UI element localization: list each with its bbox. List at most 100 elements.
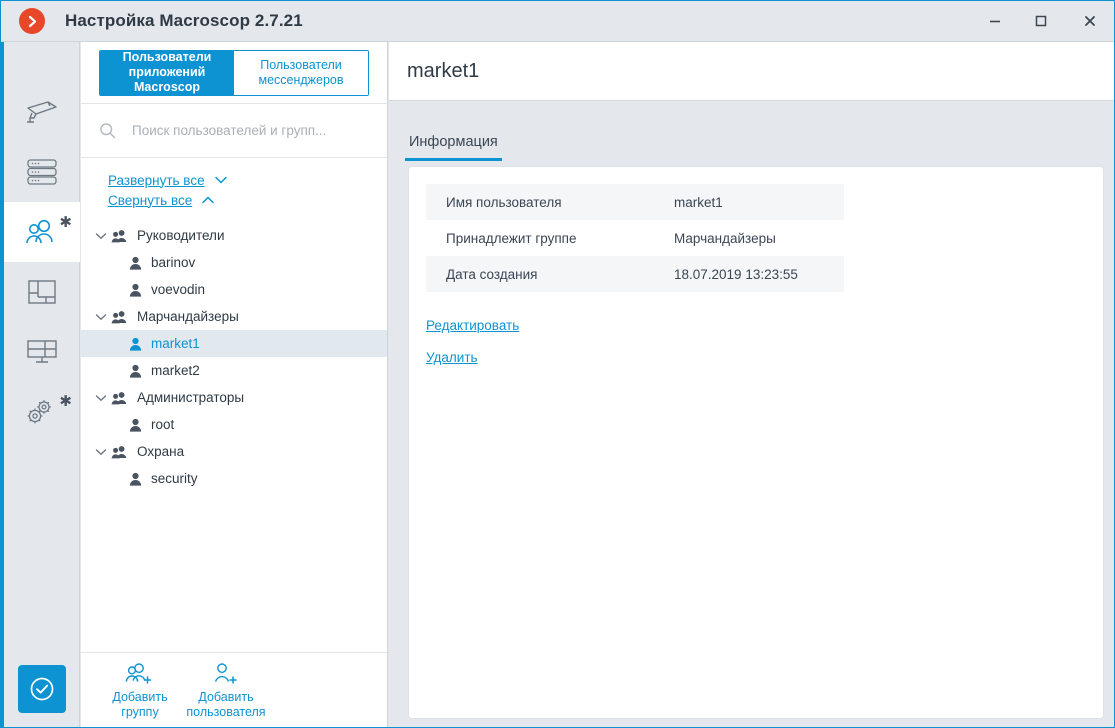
modified-asterisk: ✱ xyxy=(59,214,72,231)
camera-icon xyxy=(23,97,61,127)
row-label: Принадлежит группе xyxy=(446,230,577,246)
tree-row[interactable]: Охрана xyxy=(81,438,387,465)
delete-link[interactable]: Удалить xyxy=(426,350,1103,365)
check-circle-icon xyxy=(30,677,54,701)
apply-area xyxy=(4,650,80,727)
add-user-icon xyxy=(211,662,241,686)
tree-row[interactable]: market2 xyxy=(81,357,387,384)
chevron-down-icon[interactable] xyxy=(91,394,111,402)
add-group-line2: группу xyxy=(121,704,159,719)
tree-item-label: market2 xyxy=(151,363,200,378)
floor-plan-icon xyxy=(26,277,58,307)
tree-row[interactable]: Марчандайзеры xyxy=(81,303,387,330)
users-icon: ✱ xyxy=(25,215,72,246)
info-table: Имя пользователя market1 Принадлежит гру… xyxy=(426,184,844,292)
tab-information[interactable]: Информация xyxy=(405,134,502,161)
chevron-down-icon[interactable] xyxy=(91,313,111,321)
tree-row[interactable]: security xyxy=(81,465,387,492)
chevron-down-icon[interactable] xyxy=(91,448,111,456)
rail-item-users[interactable]: ✱ xyxy=(4,202,80,262)
tree-item-label: Охрана xyxy=(137,444,185,459)
edit-link[interactable]: Редактировать xyxy=(426,318,1103,333)
video-wall-icon xyxy=(25,337,59,367)
users-panel: Пользователи приложений Macroscop Пользо… xyxy=(81,42,388,727)
maximize-button[interactable] xyxy=(1018,1,1064,42)
gears-icon: ✱ xyxy=(25,394,72,427)
content-header: market1 xyxy=(389,42,1114,101)
tree-row[interactable]: Руководители xyxy=(81,222,387,249)
search-icon xyxy=(99,122,116,139)
chevron-up-icon xyxy=(201,195,215,205)
window-controls xyxy=(972,1,1114,42)
panel-footer: Добавить группу Добавить пользователя xyxy=(81,652,387,727)
seg-line1: Пользователи xyxy=(122,50,212,65)
chevron-down-icon xyxy=(214,175,228,185)
tree-item-label: security xyxy=(151,471,198,486)
tree-item-label: Администраторы xyxy=(137,390,245,405)
rail-item-cameras[interactable] xyxy=(4,82,80,142)
users-tree: Руководители barinov voevodin Марчандайз… xyxy=(81,222,387,492)
add-user-line1: Добавить xyxy=(198,689,254,704)
seg-line2: мессенджеров xyxy=(258,72,344,87)
user-icon xyxy=(129,256,142,270)
close-button[interactable] xyxy=(1064,1,1114,42)
user-icon xyxy=(129,418,142,432)
expand-all-label: Развернуть все xyxy=(108,172,205,188)
minimize-icon xyxy=(990,20,1000,23)
group-icon xyxy=(111,229,128,243)
add-group-icon xyxy=(125,662,155,686)
add-user-line2: пользователя xyxy=(186,704,266,719)
close-icon xyxy=(1085,16,1095,26)
group-icon xyxy=(111,310,128,324)
tree-item-label: market1 xyxy=(151,336,200,351)
tree-row[interactable]: root xyxy=(81,411,387,438)
tree-row-selected[interactable]: market1 xyxy=(81,330,387,357)
tree-row[interactable]: Администраторы xyxy=(81,384,387,411)
segmented-control: Пользователи приложений Macroscop Пользо… xyxy=(99,49,369,96)
tab-messenger-users[interactable]: Пользователи мессенджеров xyxy=(234,50,368,95)
user-icon xyxy=(129,364,142,378)
app-window: Настройка Macroscop 2.7.21 ✱ ✱ Пользоват… xyxy=(0,0,1115,728)
user-icon xyxy=(129,472,142,486)
add-group-button[interactable]: Добавить группу xyxy=(97,662,183,720)
app-logo-icon xyxy=(19,8,45,34)
rail-item-video-walls[interactable] xyxy=(4,322,80,382)
seg-line2: приложений Macroscop xyxy=(128,65,206,94)
tree-item-label: barinov xyxy=(151,255,196,270)
tree-item-label: voevodin xyxy=(151,282,206,297)
user-icon xyxy=(129,337,142,351)
row-label: Дата создания xyxy=(446,266,538,282)
tab-macroscop-app-users[interactable]: Пользователи приложений Macroscop xyxy=(100,50,234,95)
search-bar[interactable] xyxy=(81,104,387,158)
tree-row[interactable]: barinov xyxy=(81,249,387,276)
table-row: Дата создания 18.07.2019 13:23:55 xyxy=(426,256,844,292)
expand-all-link[interactable]: Развернуть все xyxy=(108,170,387,190)
tree-row[interactable]: voevodin xyxy=(81,276,387,303)
rail-item-servers[interactable] xyxy=(4,142,80,202)
page-title: market1 xyxy=(407,59,480,82)
tree-item-label: Руководители xyxy=(137,228,225,243)
search-input[interactable] xyxy=(130,122,370,139)
maximize-icon xyxy=(1035,15,1047,27)
row-value: Марчандайзеры xyxy=(674,230,776,246)
title-bar: Настройка Macroscop 2.7.21 xyxy=(1,1,1114,42)
tab-label: Информация xyxy=(409,134,498,150)
chevron-down-icon[interactable] xyxy=(91,232,111,240)
user-icon xyxy=(129,283,142,297)
minimize-button[interactable] xyxy=(972,1,1018,42)
row-label: Имя пользователя xyxy=(446,194,562,210)
content-tabs: Информация xyxy=(389,101,1114,161)
user-type-switch: Пользователи приложений Macroscop Пользо… xyxy=(81,42,387,104)
rail-item-plans[interactable] xyxy=(4,262,80,322)
window-title: Настройка Macroscop 2.7.21 xyxy=(65,11,303,30)
seg-line1: Пользователи xyxy=(260,57,342,72)
collapse-all-label: Свернуть все xyxy=(108,192,193,208)
rail-item-options[interactable]: ✱ xyxy=(4,382,80,442)
apply-button[interactable] xyxy=(18,665,66,713)
add-user-button[interactable]: Добавить пользователя xyxy=(183,662,269,720)
table-row: Принадлежит группе Марчандайзеры xyxy=(426,220,844,256)
content-area: market1 Информация Имя пользователя mark… xyxy=(389,42,1114,727)
server-icon xyxy=(25,157,59,187)
collapse-all-link[interactable]: Свернуть все xyxy=(108,190,387,210)
tree-tools: Развернуть все Свернуть все xyxy=(81,158,387,216)
